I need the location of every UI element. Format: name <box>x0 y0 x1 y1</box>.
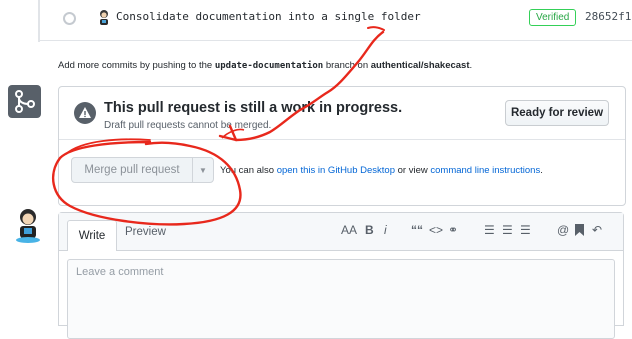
bold-icon[interactable]: B <box>365 223 374 237</box>
draft-subtitle: Draft pull requests cannot be merged. <box>104 120 272 131</box>
merge-pull-request-button[interactable]: Merge pull request <box>71 157 193 183</box>
saved-reply-icon[interactable] <box>575 224 584 236</box>
open-desktop-link[interactable]: open this in GitHub Desktop <box>277 165 395 176</box>
alt-suffix: . <box>540 165 543 176</box>
push-info-text: Add more commits by pushing to the updat… <box>58 60 472 71</box>
user-avatar[interactable] <box>12 208 44 244</box>
divider <box>38 40 632 41</box>
merge-panel: This pull request is still a work in pro… <box>58 86 626 206</box>
push-info-middle: branch on <box>323 60 371 71</box>
editor-toolbar: Write Preview AA B i ““ <> ⚭ ☰ ☰ ☰ @ ↶ <box>59 213 623 251</box>
alert-icon <box>74 102 96 124</box>
draft-title: This pull request is still a work in pro… <box>104 100 403 116</box>
commit-sha[interactable]: 28652f1 <box>585 10 631 23</box>
mention-icon[interactable]: @ <box>557 223 569 237</box>
code-icon[interactable]: <> <box>429 223 443 237</box>
push-info-prefix: Add more commits by pushing to the <box>58 60 215 71</box>
quote-icon[interactable]: ““ <box>411 223 423 237</box>
merge-panel-header: This pull request is still a work in pro… <box>59 87 625 140</box>
heading-icon[interactable]: AA <box>341 223 357 237</box>
link-icon[interactable]: ⚭ <box>448 223 458 237</box>
task-list-icon[interactable]: ☰ <box>520 223 531 237</box>
verified-badge[interactable]: Verified <box>529 9 577 26</box>
repo-name: authentical/shakecast <box>370 60 470 71</box>
alt-prefix: You can also <box>220 165 277 176</box>
branch-name: update-documentation <box>214 61 324 71</box>
reply-icon[interactable]: ↶ <box>592 223 602 237</box>
comment-editor: Write Preview AA B i ““ <> ⚭ ☰ ☰ ☰ @ ↶ L… <box>58 212 624 339</box>
merge-status-icon <box>8 85 41 118</box>
comment-textarea[interactable]: Leave a comment <box>67 259 615 339</box>
italic-icon[interactable]: i <box>384 223 387 237</box>
tab-preview[interactable]: Preview <box>125 226 166 238</box>
timeline-line <box>38 0 40 42</box>
git-merge-icon <box>15 90 35 113</box>
command-line-link[interactable]: command line instructions <box>430 165 540 176</box>
caret-down-icon: ▼ <box>199 165 207 175</box>
alt-merge-text: You can also open this in GitHub Desktop… <box>220 165 543 176</box>
bullet-list-icon[interactable]: ☰ <box>484 223 495 237</box>
ready-for-review-button[interactable]: Ready for review <box>505 100 609 126</box>
push-info-suffix: . <box>469 60 473 71</box>
commit-message[interactable]: Consolidate documentation into a single … <box>116 10 421 23</box>
commit-dot-icon <box>63 12 76 25</box>
numbered-list-icon[interactable]: ☰ <box>502 223 513 237</box>
merge-options-dropdown[interactable]: ▼ <box>192 157 214 183</box>
alt-middle: or view <box>395 165 431 176</box>
tab-write[interactable]: Write <box>67 220 117 251</box>
commit-author-avatar[interactable] <box>96 9 112 27</box>
